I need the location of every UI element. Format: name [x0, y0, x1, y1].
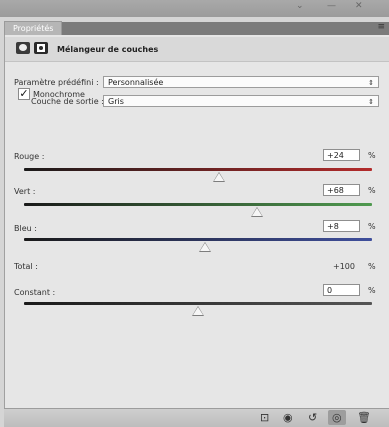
monochrome-label: Monochrome	[33, 90, 85, 99]
green-value-input[interactable]: +68	[323, 184, 360, 196]
green-percent: %	[368, 186, 376, 195]
green-slider-thumb[interactable]	[251, 207, 264, 217]
green-slider-track[interactable]	[24, 203, 372, 206]
layer-mask-icon[interactable]	[34, 42, 48, 54]
constant-slider-thumb[interactable]	[192, 306, 204, 316]
total-percent: %	[368, 262, 376, 271]
chevron-icon: ⌄	[296, 1, 304, 11]
output-channel-select[interactable]: Gris ⇕	[103, 95, 379, 107]
panel-bottom-bar: ⊡ ◉ ↺ ◎ 🗑	[4, 408, 389, 427]
trash-icon[interactable]: 🗑	[357, 412, 371, 424]
window-top-strip: ⌄ — ✕	[0, 0, 389, 17]
constant-slider-track[interactable]	[24, 302, 372, 305]
blue-slider-thumb[interactable]	[198, 242, 211, 252]
tab-properties[interactable]: Propriétés	[4, 21, 63, 36]
blue-slider-track[interactable]	[24, 238, 372, 241]
constant-label: Constant :	[14, 288, 56, 297]
blue-value-input[interactable]: +8	[323, 220, 360, 232]
constant-percent: %	[368, 286, 376, 295]
minimize-icon[interactable]: —	[327, 1, 336, 11]
constant-value-input[interactable]: 0	[323, 284, 360, 296]
properties-panel: Mélangeur de couches Paramètre prédéfini…	[4, 35, 389, 408]
red-value-input[interactable]: +24	[323, 149, 360, 161]
adjustment-layer-icon[interactable]	[16, 42, 30, 54]
preset-select[interactable]: Personnalisée ⇕	[103, 76, 379, 88]
total-label: Total :	[14, 262, 38, 271]
red-slider-track[interactable]	[24, 168, 372, 171]
blue-label: Bleu :	[14, 224, 37, 233]
red-label: Rouge :	[14, 152, 45, 161]
view-previous-state-icon[interactable]: ◉	[283, 412, 293, 424]
clip-to-layer-icon[interactable]: ⊡	[260, 412, 269, 424]
blue-percent: %	[368, 222, 376, 231]
total-value: +100	[333, 262, 355, 271]
select-arrows-icon: ⇕	[368, 98, 374, 106]
panel-title: Mélangeur de couches	[57, 45, 159, 54]
panel-tab-bar	[58, 22, 389, 35]
preset-label: Paramètre prédéfini :	[14, 78, 99, 87]
select-arrows-icon: ⇕	[368, 79, 374, 87]
red-slider-thumb[interactable]	[212, 172, 225, 182]
red-percent: %	[368, 151, 376, 160]
monochrome-checkbox[interactable]: ✓	[18, 88, 30, 100]
visibility-icon: ◎	[332, 411, 342, 424]
panel-menu-icon[interactable]: ≡	[377, 22, 385, 32]
close-icon[interactable]: ✕	[355, 1, 363, 11]
reset-icon[interactable]: ↺	[308, 412, 317, 424]
panel-header: Mélangeur de couches	[5, 37, 389, 62]
green-label: Vert :	[14, 187, 36, 196]
